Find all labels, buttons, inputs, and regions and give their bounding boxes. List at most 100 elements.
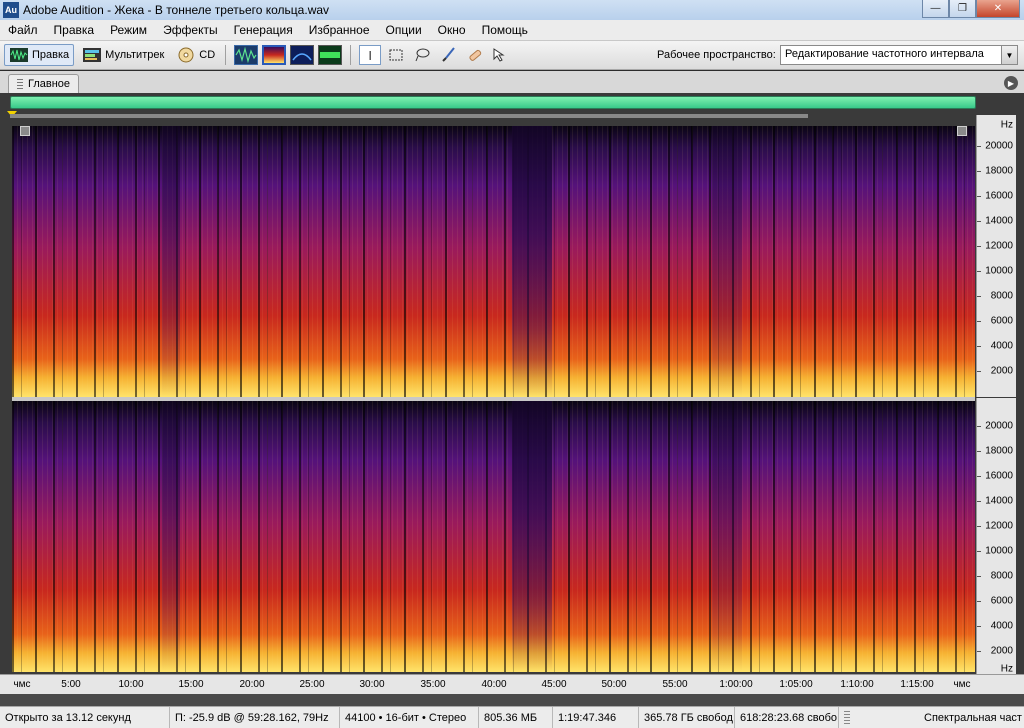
workspace-select[interactable]: Редактирование частотного интервала ▼ xyxy=(780,45,1018,65)
menu-edit[interactable]: Правка xyxy=(46,23,103,37)
edit-view-button[interactable]: Правка xyxy=(4,44,75,66)
multitrack-view-label: Мультитрек xyxy=(105,49,165,61)
menu-window[interactable]: Окно xyxy=(430,23,474,37)
time-label: 20:00 xyxy=(239,679,265,690)
overview-range-bar[interactable] xyxy=(10,96,976,109)
frequency-label: 4000 xyxy=(990,340,1013,352)
cd-icon xyxy=(176,46,196,64)
waveform-icon xyxy=(9,46,29,64)
waveform-display-button[interactable] xyxy=(234,45,259,65)
menu-options[interactable]: Опции xyxy=(378,23,430,37)
menu-mode[interactable]: Режим xyxy=(102,23,155,37)
time-label: 1:15:00 xyxy=(900,679,934,690)
spectral-editor-panel: Hz 20000 18000 16000 14000 12000 10000 8… xyxy=(0,93,1024,706)
frequency-label: 18000 xyxy=(985,165,1013,177)
frequency-tick xyxy=(977,551,981,552)
spectrogram-right-channel[interactable] xyxy=(12,401,975,672)
status-duration: 1:19:47.346 xyxy=(553,707,639,728)
lasso-tool-icon[interactable] xyxy=(411,45,433,65)
time-ruler[interactable]: чмс 5:00 10:00 15:00 20:00 25:00 30:00 3… xyxy=(0,674,1024,694)
spectrogram-left-channel[interactable] xyxy=(12,126,975,397)
window-controls: — ❐ ✕ xyxy=(922,0,1020,18)
frequency-tick xyxy=(977,346,981,347)
time-label: 1:10:00 xyxy=(840,679,874,690)
time-label: 45:00 xyxy=(541,679,567,690)
status-open-time: Открыто за 13.12 секунд xyxy=(0,707,170,728)
channel-resize-handle-right[interactable] xyxy=(957,126,967,136)
frequency-tick xyxy=(977,321,981,322)
workspace-label: Рабочее пространство: xyxy=(657,49,776,61)
grip-icon xyxy=(844,710,850,725)
frequency-label: 16000 xyxy=(985,470,1013,482)
frequency-label: 8000 xyxy=(990,570,1013,582)
time-label: 5:00 xyxy=(61,679,81,690)
frequency-label: 6000 xyxy=(990,595,1013,607)
status-sample-format: 44100 • 16-бит • Стерео xyxy=(340,707,479,728)
time-label: 10:00 xyxy=(118,679,144,690)
spectrogram-quiet-region xyxy=(712,401,742,672)
scrub-hybrid-tool-icon[interactable] xyxy=(489,45,511,65)
frequency-unit-label: Hz xyxy=(1000,119,1013,131)
minimize-button[interactable]: — xyxy=(922,0,949,18)
frequency-label: 6000 xyxy=(990,315,1013,327)
spectral-frequency-display-button[interactable] xyxy=(262,45,287,65)
frequency-tick xyxy=(977,271,981,272)
frequency-tick xyxy=(977,171,981,172)
time-selection-tool-icon[interactable]: I xyxy=(359,45,382,65)
frequency-tick xyxy=(977,651,981,652)
workspace-value: Редактирование частотного интервала xyxy=(785,48,984,60)
menu-favorites[interactable]: Избранное xyxy=(301,23,378,37)
frequency-label: 20000 xyxy=(985,420,1013,432)
marquee-selection-tool-icon[interactable] xyxy=(385,45,407,65)
status-view-mode-label: Спектральная част xyxy=(924,711,1022,724)
chevron-down-icon[interactable]: ▼ xyxy=(1001,46,1017,64)
tab-main-label: Главное xyxy=(28,78,71,90)
edit-view-label: Правка xyxy=(32,49,70,61)
time-label: 50:00 xyxy=(601,679,627,690)
frequency-axis-left-channel: Hz 20000 18000 16000 14000 12000 10000 8… xyxy=(976,115,1016,397)
spectrogram-quiet-region xyxy=(512,401,552,672)
effects-paintbrush-tool-icon[interactable] xyxy=(437,45,459,65)
menu-generate[interactable]: Генерация xyxy=(226,23,301,37)
tab-main[interactable]: Главное xyxy=(8,74,80,93)
spectrogram-texture xyxy=(12,401,975,672)
close-button[interactable]: ✕ xyxy=(976,0,1020,18)
frequency-label: 16000 xyxy=(985,190,1013,202)
toolbar-separator-2 xyxy=(350,45,352,65)
time-label: 35:00 xyxy=(420,679,446,690)
time-label: 30:00 xyxy=(359,679,385,690)
spectrogram-texture xyxy=(12,126,975,397)
frequency-label: 2000 xyxy=(990,645,1013,657)
menu-effects[interactable]: Эффекты xyxy=(155,23,226,37)
time-label: 25:00 xyxy=(299,679,325,690)
horizontal-scrollbar[interactable] xyxy=(0,694,1024,706)
grip-icon[interactable] xyxy=(17,79,23,89)
frequency-label: 12000 xyxy=(985,520,1013,532)
spot-healing-brush-icon[interactable] xyxy=(463,45,485,65)
status-view-mode xyxy=(839,707,919,728)
spectral-pan-display-button[interactable] xyxy=(290,45,315,65)
spectral-phase-display-button[interactable] xyxy=(318,45,343,65)
status-free-space: 365.78 ГБ свобод xyxy=(639,707,735,728)
cd-view-button[interactable]: CD xyxy=(172,44,219,66)
menu-help[interactable]: Помощь xyxy=(474,23,536,37)
menu-file[interactable]: Файл xyxy=(0,23,46,37)
frequency-tick xyxy=(977,426,981,427)
panel-tab-bar: Главное ▶ xyxy=(0,71,1024,93)
frequency-label: 14000 xyxy=(985,215,1013,227)
audition-app-icon: Au xyxy=(3,2,19,18)
time-label: 55:00 xyxy=(662,679,688,690)
cd-view-label: CD xyxy=(199,49,216,61)
panel-menu-icon[interactable]: ▶ xyxy=(1004,76,1018,90)
frequency-tick xyxy=(977,526,981,527)
zoom-scroll-thumb[interactable] xyxy=(10,114,808,118)
multitrack-view-button[interactable]: Мультитрек xyxy=(78,44,168,66)
frequency-label: 14000 xyxy=(985,495,1013,507)
frequency-label: 4000 xyxy=(990,620,1013,632)
channel-resize-handle-left[interactable] xyxy=(20,126,30,136)
status-free-time: 618:28:23.68 свобо xyxy=(735,707,839,728)
maximize-button[interactable]: ❐ xyxy=(949,0,976,18)
time-label: 15:00 xyxy=(178,679,204,690)
frequency-tick xyxy=(977,296,981,297)
toolbar-separator xyxy=(225,45,227,65)
